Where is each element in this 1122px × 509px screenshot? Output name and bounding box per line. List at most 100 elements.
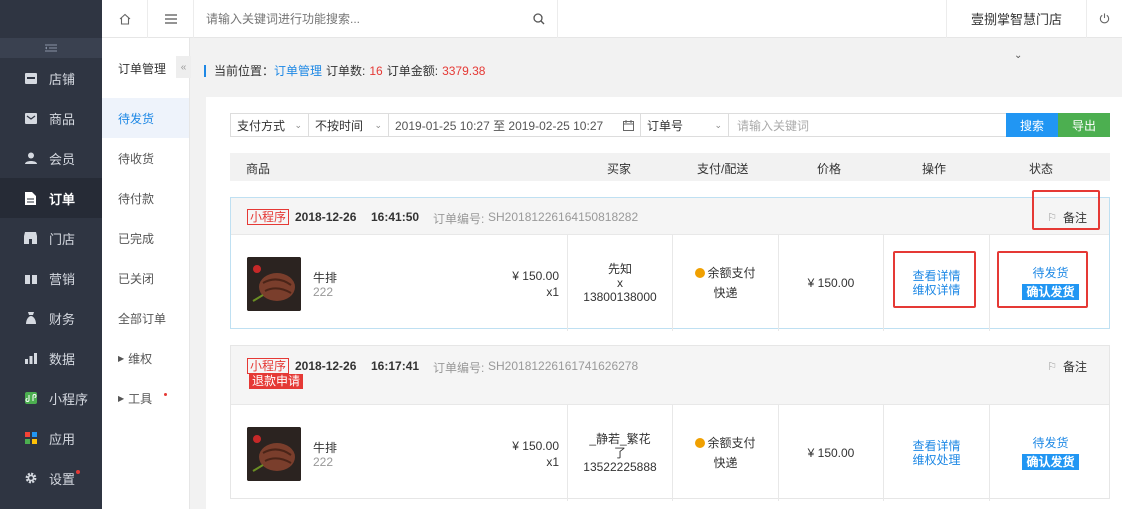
time-select[interactable]: 不按时间 ⌄ <box>309 114 389 136</box>
nav-item-label: 小程序 <box>49 391 89 407</box>
view-detail-link[interactable]: 查看详情 <box>912 439 960 453</box>
nav-item-label: 商品 <box>49 111 76 127</box>
nav-collapse-icon[interactable] <box>0 38 102 58</box>
shop-icon <box>24 232 37 245</box>
sub-item-pending-receive[interactable]: 待收货 <box>102 138 189 178</box>
sub-item-pending-pay[interactable]: 待付款 <box>102 178 189 218</box>
home-button[interactable] <box>102 0 148 38</box>
buyer-phone: 13800138000 <box>583 290 657 304</box>
source-tag: 小程序 <box>247 209 290 225</box>
nav-item-label: 应用 <box>49 431 76 447</box>
order-card: 小程序 退款申请 2018-12-26 16:17:41 订单编号: SH201… <box>230 345 1110 501</box>
product-thumbnail[interactable] <box>247 257 301 311</box>
buyer-name-line2: x <box>617 276 623 290</box>
sub-menu-collapse-icon[interactable]: « <box>176 56 191 78</box>
date-range-input[interactable]: 2019-01-25 10:27 至 2019-02-25 10:27 <box>389 114 641 136</box>
order-no-label: 订单编号: <box>433 212 485 226</box>
sub-item-closed[interactable]: 已关闭 <box>102 258 189 298</box>
nav-item-shop[interactable]: 门店 <box>0 218 102 258</box>
store-name[interactable]: 壹捌掌智慧门店 <box>945 0 1086 38</box>
pay-delivery-cell: 余额支付 快递 <box>672 235 778 331</box>
chevron-down-icon[interactable]: ⌄ <box>1014 50 1022 61</box>
pay-method-value: 支付方式 <box>237 118 286 133</box>
date-range-value: 2019-01-25 10:27 至 2019-02-25 10:27 <box>395 118 604 133</box>
pay-method-select[interactable]: 支付方式 ⌄ <box>231 114 309 136</box>
nav-item-data[interactable]: 数据 <box>0 338 102 378</box>
nav-item-label: 店铺 <box>49 71 76 87</box>
sub-item-rights[interactable]: ▶ 维权 <box>102 338 189 378</box>
time-select-value: 不按时间 <box>315 118 364 133</box>
pay-delivery-cell: 余额支付 快递 <box>672 405 778 501</box>
calendar-icon <box>623 119 634 131</box>
miniapp-icon <box>24 392 37 405</box>
nav-item-settings[interactable]: 设置 <box>0 458 102 498</box>
price-cell: ¥ 150.00 <box>778 235 883 331</box>
nav-item-label: 会员 <box>49 151 76 167</box>
price-cell: ¥ 150.00 <box>778 405 883 501</box>
order-count-label: 订单数: <box>326 64 366 78</box>
home-icon <box>119 13 130 25</box>
flag-icon: ⚐ <box>1047 361 1057 373</box>
order-panel: 支付方式 ⌄ 不按时间 ⌄ 2019-01-25 10:27 至 2019-02-2… <box>206 97 1122 509</box>
nav-logo-area <box>0 0 102 38</box>
column-header: 状态 <box>1029 162 1054 176</box>
nav-item-store[interactable]: 店铺 <box>0 58 102 98</box>
nav-item-order[interactable]: 订单 <box>0 178 102 218</box>
order-date: 2018-12-26 <box>295 359 357 373</box>
keyword-input[interactable]: 请输入关键词 <box>729 114 1006 136</box>
highlight-box-status <box>997 251 1088 308</box>
sub-item-all-orders[interactable]: 全部订单 <box>102 298 189 338</box>
buyer-phone: 13522225888 <box>583 460 657 474</box>
chart-icon <box>24 352 37 365</box>
chevron-down-icon: ⌄ <box>294 119 302 130</box>
export-button[interactable]: 导出 <box>1058 113 1110 137</box>
search-icon[interactable] <box>533 12 545 25</box>
sub-item-completed[interactable]: 已完成 <box>102 218 189 258</box>
unit-price: ¥ 150.00 <box>512 439 559 453</box>
pay-method: 余额支付 <box>695 436 756 450</box>
nav-item-apps[interactable]: 应用 <box>0 418 102 458</box>
nav-item-finance[interactable]: 财务 <box>0 298 102 338</box>
breadcrumb: 当前位置： 订单管理 订单数: 16 订单金额: 3379.38 <box>204 62 485 79</box>
nav-item-goods[interactable]: 商品 <box>0 98 102 138</box>
finance-icon <box>24 312 37 325</box>
breadcrumb-current[interactable]: 订单管理 <box>274 62 322 79</box>
chevron-down-icon: ⌄ <box>714 119 722 130</box>
logout-button[interactable] <box>1086 0 1122 38</box>
main-nav: 店铺 商品 会员 订单 门店 营销 财务 数据 小程序 应用 设置 <box>0 0 102 509</box>
remark-label: 备注 <box>1062 360 1087 374</box>
caret-right-icon: ▶ <box>118 393 125 403</box>
nav-item-miniapp[interactable]: 小程序 <box>0 378 102 418</box>
buyer-name: 先知 <box>607 262 632 276</box>
sub-item-label: 维权 <box>128 351 153 366</box>
function-search-input[interactable] <box>206 11 533 26</box>
order-price: ¥ 150.00 <box>807 446 855 460</box>
search-button[interactable]: 搜索 <box>1006 113 1058 137</box>
remark-button[interactable]: ⚐ 备注 <box>1047 358 1087 375</box>
menu-toggle-button[interactable] <box>148 0 194 38</box>
nav-item-label: 财务 <box>49 311 76 327</box>
filter-bar: 支付方式 ⌄ 不按时间 ⌄ 2019-01-25 10:27 至 2019-02-2… <box>230 113 1110 137</box>
nav-item-label: 设置 <box>49 471 76 487</box>
product-name[interactable]: 牛排 <box>313 439 337 456</box>
menu-icon <box>164 13 177 24</box>
buyer-cell: 先知 x 13800138000 <box>567 235 672 331</box>
buyer-name: _静若_繁花 <box>589 432 651 446</box>
highlight-box-remark <box>1032 190 1100 230</box>
member-icon <box>24 152 37 165</box>
sub-item-tools[interactable]: ▶ 工具 <box>102 378 189 418</box>
product-sku: 222 <box>313 285 334 299</box>
nav-item-member[interactable]: 会员 <box>0 138 102 178</box>
confirm-ship-button[interactable]: 确认发货 <box>1022 454 1079 470</box>
apps-icon <box>24 432 37 445</box>
field-select[interactable]: 订单号 ⌄ <box>641 114 729 136</box>
sub-item-pending-ship[interactable]: 待发货 <box>102 98 189 138</box>
nav-item-marketing[interactable]: 营销 <box>0 258 102 298</box>
pay-method: 余额支付 <box>695 266 756 280</box>
field-select-value: 订单号 <box>647 118 684 133</box>
product-thumbnail[interactable] <box>247 427 301 481</box>
pay-method-label: 余额支付 <box>707 266 756 280</box>
product-name[interactable]: 牛排 <box>313 269 337 286</box>
top-header: 壹捌掌智慧门店 <box>102 0 1122 38</box>
rights-handle-link[interactable]: 维权处理 <box>912 453 960 467</box>
